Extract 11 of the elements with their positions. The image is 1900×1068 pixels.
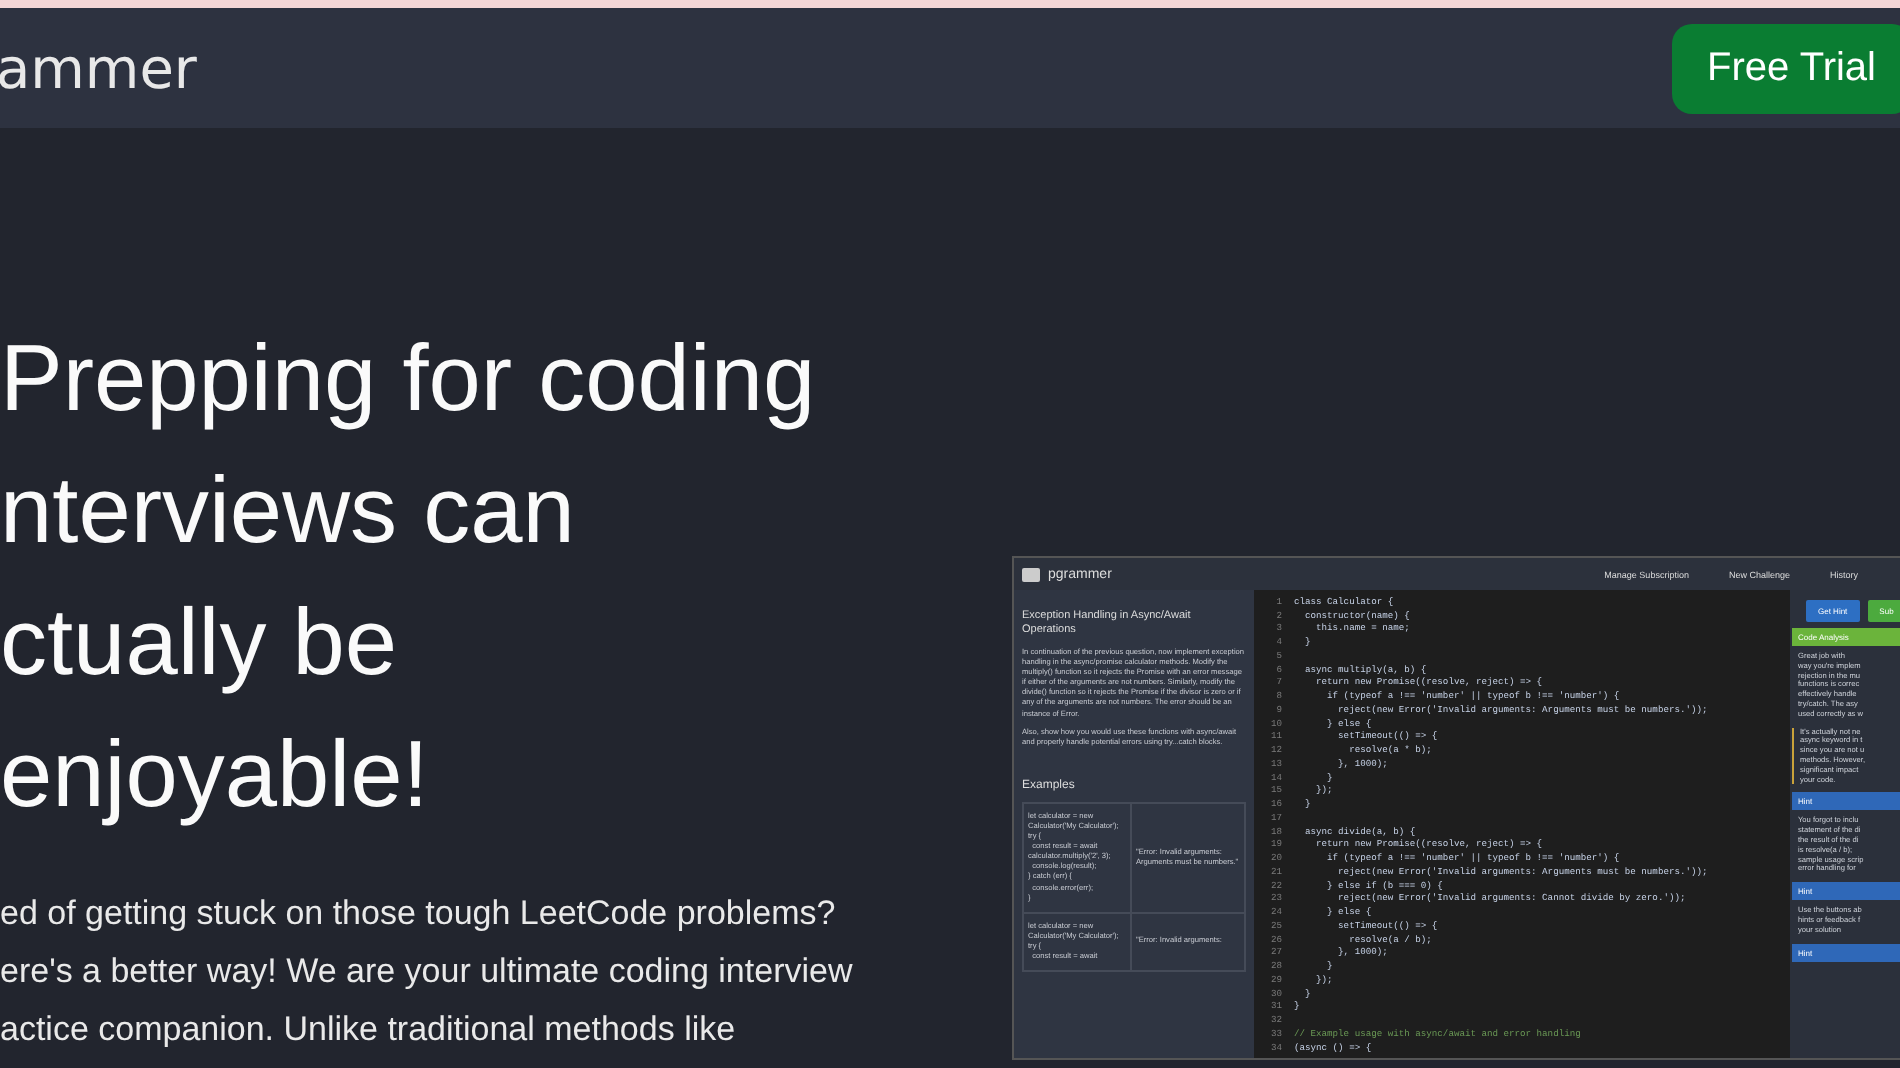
hero-description: ere's a better way! We are your ultimate coding interview bbox=[0, 950, 855, 994]
hero-headline: nterviews can bbox=[0, 454, 577, 566]
code-editor[interactable] bbox=[1254, 590, 1790, 1058]
hero-headline: enjoyable! bbox=[0, 718, 431, 830]
hero-description: ed of getting stuck on those tough LeetCode problems? bbox=[0, 892, 838, 936]
hero-headline: ctually be bbox=[0, 586, 400, 698]
free-trial-button[interactable]: Free Trial bbox=[1671, 23, 1900, 113]
site-logo[interactable]: ammer bbox=[0, 35, 197, 101]
hero-description: actice companion. Unlike traditional methods like bbox=[0, 1008, 738, 1052]
logo-icon bbox=[1022, 567, 1040, 581]
hero-headline: Prepping for coding bbox=[0, 322, 818, 434]
